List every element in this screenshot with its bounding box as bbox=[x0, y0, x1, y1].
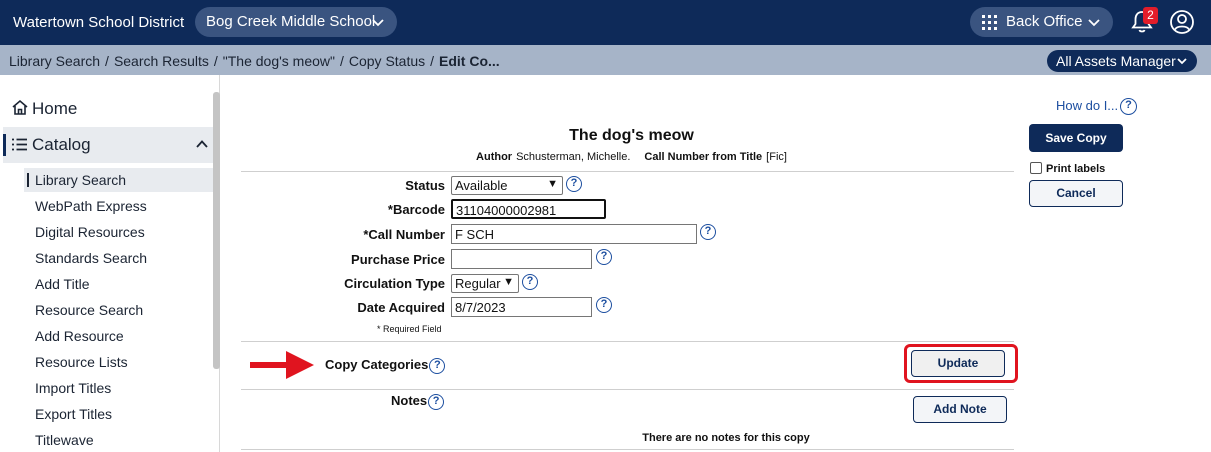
print-labels-label: Print labels bbox=[1046, 163, 1106, 175]
sidebar-item-webpath-express[interactable]: WebPath Express bbox=[35, 198, 147, 214]
breadcrumb: Library Search / Search Results / "The dog's… bbox=[9, 53, 500, 69]
status-help-icon[interactable]: ? bbox=[566, 176, 582, 192]
sidebar-item-home[interactable]: Home bbox=[11, 99, 77, 119]
list-icon bbox=[12, 138, 27, 151]
sidebar-item-resource-search[interactable]: Resource Search bbox=[35, 302, 143, 318]
sidebar-scrollbar[interactable] bbox=[213, 92, 220, 369]
sidebar-item-import-titles[interactable]: Import Titles bbox=[35, 380, 111, 396]
breadcrumb-title[interactable]: "The dog's meow" bbox=[223, 53, 335, 69]
breadcrumb-separator: / bbox=[430, 53, 435, 69]
print-labels-checkbox[interactable] bbox=[1030, 162, 1042, 174]
breadcrumb-library-search[interactable]: Library Search bbox=[9, 53, 100, 69]
sidebar-item-resource-lists[interactable]: Resource Lists bbox=[35, 354, 128, 370]
call-number-title-value: [Fic] bbox=[766, 151, 787, 163]
assets-manager-menu[interactable]: All Assets Manager bbox=[1047, 50, 1197, 72]
breadcrumb-current: Edit Co... bbox=[439, 53, 500, 69]
back-office-menu[interactable]: Back Office bbox=[970, 7, 1113, 37]
date-acquired-help-icon[interactable]: ? bbox=[596, 297, 612, 313]
school-name: Bog Creek Middle School bbox=[206, 13, 376, 30]
call-number-title-label: Call Number from Title bbox=[644, 151, 763, 163]
how-do-i-link[interactable]: How do I... bbox=[1056, 98, 1118, 113]
sidebar: Home Catalog Library Search WebPath Expr… bbox=[0, 75, 220, 452]
add-note-button[interactable]: Add Note bbox=[913, 396, 1007, 423]
chevron-down-icon: ▼ bbox=[547, 178, 558, 190]
sidebar-item-titlewave[interactable]: Titlewave bbox=[35, 432, 94, 448]
breadcrumb-search-results[interactable]: Search Results bbox=[114, 53, 209, 69]
red-arrow-icon bbox=[250, 351, 314, 379]
active-marker bbox=[3, 134, 6, 156]
chevron-down-icon bbox=[372, 19, 384, 27]
required-field-note: * Required Field bbox=[377, 324, 442, 334]
notes-help-icon[interactable]: ? bbox=[428, 393, 445, 410]
cancel-button[interactable]: Cancel bbox=[1029, 180, 1123, 207]
purchase-price-input[interactable] bbox=[451, 249, 592, 269]
chevron-down-icon: ▼ bbox=[503, 276, 514, 288]
call-number-label: *Call Number bbox=[363, 227, 445, 242]
circulation-type-help-icon[interactable]: ? bbox=[522, 274, 538, 290]
divider bbox=[241, 341, 1014, 342]
barcode-label: *Barcode bbox=[387, 202, 445, 217]
author-value: Schusterman, Michelle. bbox=[516, 151, 631, 163]
status-select[interactable]: Available ▼ bbox=[451, 176, 563, 195]
chevron-up-icon[interactable] bbox=[195, 137, 209, 151]
circulation-type-label: Circulation Type bbox=[344, 276, 445, 291]
notification-badge: 2 bbox=[1143, 7, 1158, 24]
purchase-price-label: Purchase Price bbox=[351, 252, 445, 267]
home-icon bbox=[12, 99, 28, 115]
divider bbox=[241, 171, 1014, 172]
notes-label: Notes? bbox=[391, 393, 445, 410]
call-number-help-icon[interactable]: ? bbox=[700, 224, 716, 240]
circulation-type-select[interactable]: Regular ▼ bbox=[451, 274, 519, 293]
divider bbox=[241, 449, 1014, 450]
record-meta: Author Schusterman, Michelle. Call Number … bbox=[241, 151, 1022, 163]
page-title: The dog's meow bbox=[569, 127, 694, 144]
date-acquired-label: Date Acquired bbox=[357, 300, 445, 315]
apps-grid-icon bbox=[982, 15, 997, 30]
divider bbox=[241, 389, 1014, 390]
assets-manager-label: All Assets Manager bbox=[1056, 53, 1176, 69]
top-bar: Watertown School District Bog Creek Midd… bbox=[0, 0, 1211, 45]
copy-categories-text: Copy Categories bbox=[325, 357, 429, 372]
breadcrumb-separator: / bbox=[213, 53, 218, 69]
sidebar-catalog-label: Catalog bbox=[32, 135, 91, 154]
breadcrumb-bar: Library Search / Search Results / "The dog's… bbox=[0, 45, 1211, 75]
sidebar-item-export-titles[interactable]: Export Titles bbox=[35, 406, 112, 422]
barcode-input[interactable]: 31104000002981 bbox=[451, 199, 606, 219]
school-selector[interactable]: Bog Creek Middle School bbox=[195, 7, 397, 37]
district-name: Watertown School District bbox=[13, 14, 185, 31]
call-number-input[interactable]: F SCH bbox=[451, 224, 697, 244]
copy-categories-help-icon[interactable]: ? bbox=[429, 357, 446, 374]
sidebar-item-catalog[interactable]: Catalog bbox=[3, 127, 213, 163]
sidebar-item-library-search[interactable]: Library Search bbox=[35, 172, 126, 188]
help-icon[interactable]: ? bbox=[1120, 98, 1137, 115]
sidebar-item-add-title[interactable]: Add Title bbox=[35, 276, 89, 292]
notes-text: Notes bbox=[391, 393, 428, 408]
sidebar-item-digital-resources[interactable]: Digital Resources bbox=[35, 224, 145, 240]
chevron-down-icon bbox=[1177, 58, 1187, 65]
status-value: Available bbox=[455, 178, 508, 193]
date-acquired-input[interactable]: 8/7/2023 bbox=[451, 297, 592, 317]
print-labels-option[interactable]: Print labels bbox=[1030, 162, 1105, 175]
chevron-down-icon bbox=[1088, 19, 1100, 27]
update-button[interactable]: Update bbox=[911, 350, 1005, 377]
author-label: Author bbox=[476, 151, 513, 163]
breadcrumb-copy-status[interactable]: Copy Status bbox=[349, 53, 425, 69]
breadcrumb-separator: / bbox=[105, 53, 109, 69]
active-marker bbox=[27, 173, 29, 187]
purchase-price-help-icon[interactable]: ? bbox=[596, 249, 612, 265]
breadcrumb-separator: / bbox=[339, 53, 344, 69]
no-notes-message: There are no notes for this copy bbox=[642, 432, 810, 444]
sidebar-item-add-resource[interactable]: Add Resource bbox=[35, 328, 124, 344]
copy-categories-label: Copy Categories? bbox=[325, 357, 446, 374]
sidebar-item-standards-search[interactable]: Standards Search bbox=[35, 250, 147, 266]
back-office-label: Back Office bbox=[1006, 13, 1083, 30]
circulation-type-value: Regular bbox=[455, 276, 501, 291]
save-copy-button[interactable]: Save Copy bbox=[1029, 124, 1123, 152]
sidebar-home-label: Home bbox=[32, 99, 78, 118]
user-account-icon[interactable] bbox=[1169, 9, 1195, 35]
status-label: Status bbox=[405, 178, 445, 193]
